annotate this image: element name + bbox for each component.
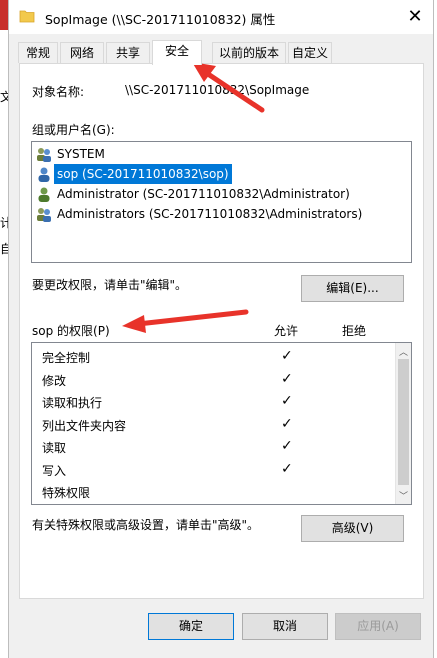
annotation-arrows (122, 62, 265, 333)
arrow-to-permissions (122, 309, 249, 333)
tab-security[interactable]: 安全 (152, 40, 202, 65)
arrow-to-security-tab (192, 62, 265, 113)
